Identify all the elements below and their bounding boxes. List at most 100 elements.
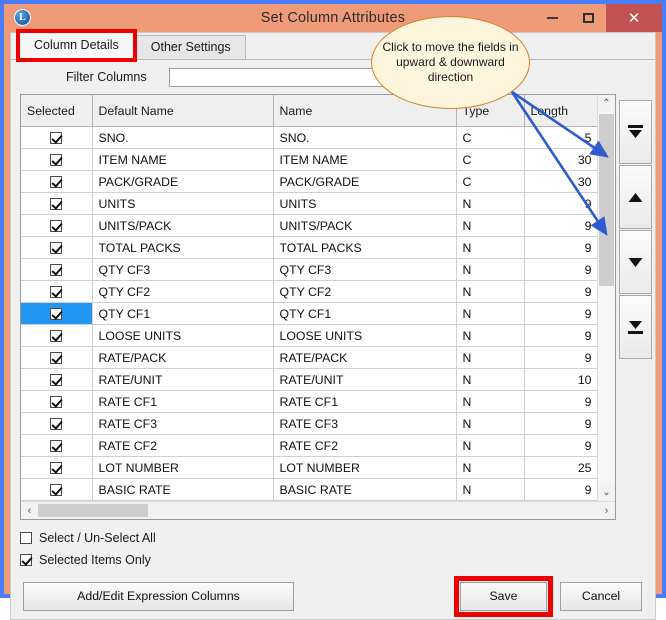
row-default-name-cell[interactable]: RATE/UNIT bbox=[92, 369, 273, 391]
table-row[interactable]: LOT NUMBERLOT NUMBERN25 bbox=[21, 457, 597, 479]
row-type-cell[interactable]: N bbox=[456, 391, 524, 413]
row-type-cell[interactable]: N bbox=[456, 259, 524, 281]
row-length-cell[interactable]: 9 bbox=[524, 259, 597, 281]
row-checkbox[interactable] bbox=[50, 154, 62, 166]
row-selected-cell[interactable] bbox=[21, 237, 92, 259]
row-checkbox[interactable] bbox=[50, 396, 62, 408]
row-default-name-cell[interactable]: RATE CF2 bbox=[92, 435, 273, 457]
row-length-cell[interactable]: 9 bbox=[524, 347, 597, 369]
table-row[interactable]: SNO.SNO.C5 bbox=[21, 127, 597, 149]
row-length-cell[interactable]: 9 bbox=[524, 193, 597, 215]
row-checkbox[interactable] bbox=[50, 418, 62, 430]
table-row[interactable]: RATE CF1RATE CF1N9 bbox=[21, 391, 597, 413]
table-row[interactable]: UNITSUNITSN9 bbox=[21, 193, 597, 215]
row-checkbox[interactable] bbox=[50, 220, 62, 232]
row-type-cell[interactable]: C bbox=[456, 171, 524, 193]
row-type-cell[interactable]: N bbox=[456, 215, 524, 237]
row-name-cell[interactable]: BASIC RATE bbox=[273, 479, 456, 501]
row-length-cell[interactable]: 30 bbox=[524, 171, 597, 193]
row-name-cell[interactable]: QTY CF3 bbox=[273, 259, 456, 281]
row-selected-cell[interactable] bbox=[21, 193, 92, 215]
row-length-cell[interactable]: 10 bbox=[524, 369, 597, 391]
row-checkbox[interactable] bbox=[50, 308, 62, 320]
row-default-name-cell[interactable]: PACK/GRADE bbox=[92, 171, 273, 193]
row-checkbox[interactable] bbox=[50, 242, 62, 254]
row-name-cell[interactable]: QTY CF2 bbox=[273, 281, 456, 303]
row-selected-cell[interactable] bbox=[21, 149, 92, 171]
vertical-scrollbar[interactable]: ⌃ ⌄ bbox=[597, 95, 615, 501]
row-name-cell[interactable]: RATE/PACK bbox=[273, 347, 456, 369]
selected-items-only-checkbox[interactable] bbox=[20, 554, 32, 566]
table-row[interactable]: QTY CF1QTY CF1N9 bbox=[21, 303, 597, 325]
close-button[interactable]: ✕ bbox=[606, 4, 662, 32]
row-checkbox[interactable] bbox=[50, 352, 62, 364]
vertical-scroll-track[interactable] bbox=[598, 112, 615, 484]
filter-columns-input[interactable] bbox=[169, 68, 447, 87]
row-selected-cell[interactable] bbox=[21, 413, 92, 435]
row-selected-cell[interactable] bbox=[21, 369, 92, 391]
row-name-cell[interactable]: SNO. bbox=[273, 127, 456, 149]
horizontal-scrollbar[interactable]: ‹ › bbox=[21, 501, 615, 519]
row-selected-cell[interactable] bbox=[21, 391, 92, 413]
maximize-button[interactable] bbox=[570, 4, 606, 32]
row-selected-cell[interactable] bbox=[21, 435, 92, 457]
row-checkbox[interactable] bbox=[50, 176, 62, 188]
row-selected-cell[interactable] bbox=[21, 303, 92, 325]
row-default-name-cell[interactable]: RATE/PACK bbox=[92, 347, 273, 369]
vertical-scroll-thumb[interactable] bbox=[599, 114, 614, 286]
table-row[interactable]: RATE CF2RATE CF2N9 bbox=[21, 435, 597, 457]
table-row[interactable]: BASIC RATEBASIC RATEN9 bbox=[21, 479, 597, 501]
table-row[interactable]: UNITS/PACKUNITS/PACKN9 bbox=[21, 215, 597, 237]
row-selected-cell[interactable] bbox=[21, 215, 92, 237]
row-length-cell[interactable]: 9 bbox=[524, 413, 597, 435]
row-selected-cell[interactable] bbox=[21, 259, 92, 281]
row-name-cell[interactable]: UNITS/PACK bbox=[273, 215, 456, 237]
row-selected-cell[interactable] bbox=[21, 171, 92, 193]
row-length-cell[interactable]: 9 bbox=[524, 303, 597, 325]
row-name-cell[interactable]: LOT NUMBER bbox=[273, 457, 456, 479]
row-type-cell[interactable]: N bbox=[456, 457, 524, 479]
row-selected-cell[interactable] bbox=[21, 127, 92, 149]
row-name-cell[interactable]: PACK/GRADE bbox=[273, 171, 456, 193]
row-name-cell[interactable]: QTY CF1 bbox=[273, 303, 456, 325]
row-type-cell[interactable]: C bbox=[456, 149, 524, 171]
row-type-cell[interactable]: N bbox=[456, 281, 524, 303]
tab-column-details[interactable]: Column Details bbox=[19, 32, 134, 59]
row-default-name-cell[interactable]: LOOSE UNITS bbox=[92, 325, 273, 347]
row-default-name-cell[interactable]: RATE CF1 bbox=[92, 391, 273, 413]
row-type-cell[interactable]: N bbox=[456, 369, 524, 391]
row-selected-cell[interactable] bbox=[21, 325, 92, 347]
scroll-down-icon[interactable]: ⌄ bbox=[598, 484, 615, 501]
row-length-cell[interactable]: 9 bbox=[524, 281, 597, 303]
scroll-left-icon[interactable]: ‹ bbox=[21, 505, 38, 517]
row-type-cell[interactable]: N bbox=[456, 193, 524, 215]
row-checkbox[interactable] bbox=[50, 286, 62, 298]
table-row[interactable]: PACK/GRADEPACK/GRADEC30 bbox=[21, 171, 597, 193]
row-length-cell[interactable]: 9 bbox=[524, 479, 597, 501]
row-checkbox[interactable] bbox=[50, 462, 62, 474]
row-default-name-cell[interactable]: QTY CF1 bbox=[92, 303, 273, 325]
table-row[interactable]: RATE/PACKRATE/PACKN9 bbox=[21, 347, 597, 369]
select-unselect-all-checkbox[interactable] bbox=[20, 532, 32, 544]
horizontal-scroll-thumb[interactable] bbox=[38, 504, 148, 517]
selected-items-only-row[interactable]: Selected Items Only bbox=[20, 549, 646, 571]
row-name-cell[interactable]: RATE/UNIT bbox=[273, 369, 456, 391]
row-length-cell[interactable]: 9 bbox=[524, 435, 597, 457]
table-row[interactable]: QTY CF3QTY CF3N9 bbox=[21, 259, 597, 281]
row-type-cell[interactable]: N bbox=[456, 303, 524, 325]
row-default-name-cell[interactable]: SNO. bbox=[92, 127, 273, 149]
table-row[interactable]: QTY CF2QTY CF2N9 bbox=[21, 281, 597, 303]
column-header-length[interactable]: Length bbox=[524, 95, 597, 127]
minimize-button[interactable] bbox=[534, 4, 570, 32]
row-length-cell[interactable]: 9 bbox=[524, 215, 597, 237]
row-name-cell[interactable]: TOTAL PACKS bbox=[273, 237, 456, 259]
row-default-name-cell[interactable]: QTY CF2 bbox=[92, 281, 273, 303]
row-default-name-cell[interactable]: BASIC RATE bbox=[92, 479, 273, 501]
row-checkbox[interactable] bbox=[50, 198, 62, 210]
row-default-name-cell[interactable]: UNITS/PACK bbox=[92, 215, 273, 237]
column-header-selected[interactable]: Selected bbox=[21, 95, 92, 127]
row-checkbox[interactable] bbox=[50, 374, 62, 386]
row-type-cell[interactable]: N bbox=[456, 479, 524, 501]
tab-other-settings[interactable]: Other Settings bbox=[136, 35, 246, 59]
select-unselect-all-row[interactable]: Select / Un-Select All bbox=[20, 527, 646, 549]
